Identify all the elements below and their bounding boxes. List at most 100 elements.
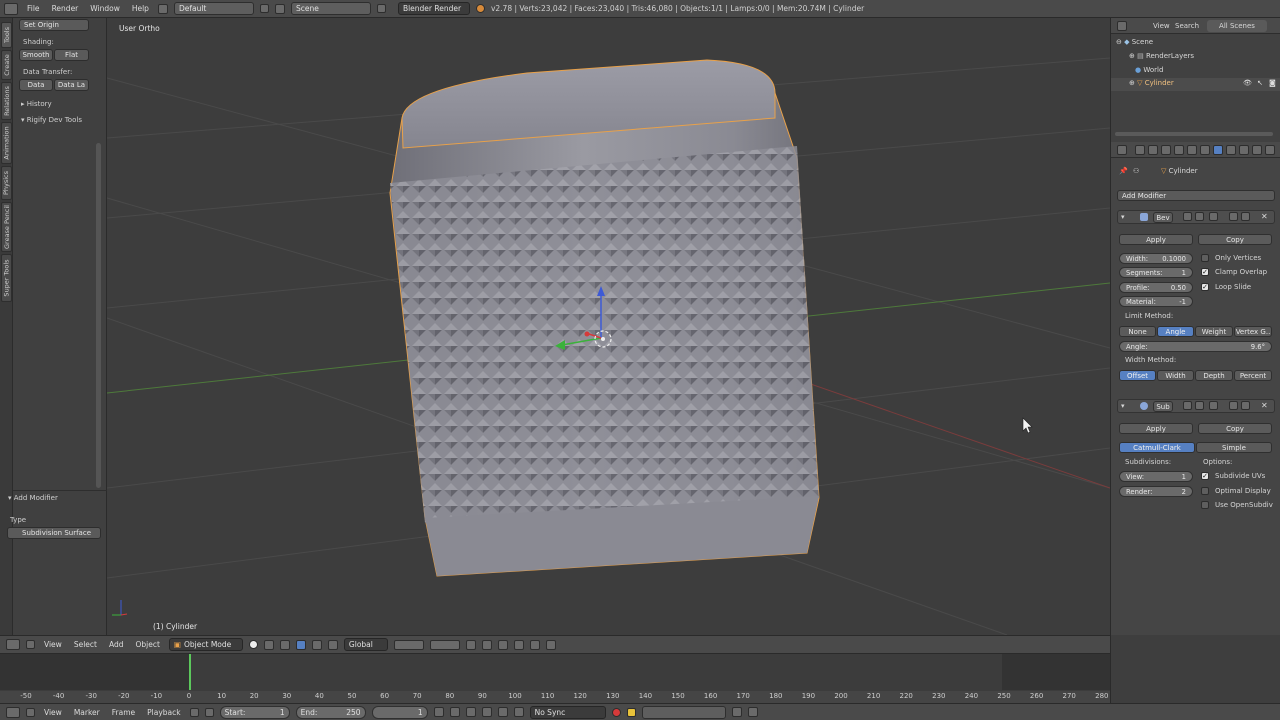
play-reverse-icon[interactable] bbox=[465, 707, 476, 717]
timeline[interactable]: -50 -40 -30 -20 -10 0 10 20 30 40 50 60 70 80 90 100 110… bbox=[0, 653, 1110, 703]
tab-super-tools[interactable]: Super Tools bbox=[1, 254, 12, 302]
optimal-display-checkbox[interactable] bbox=[1201, 487, 1209, 495]
flat-button[interactable]: Flat bbox=[54, 49, 89, 61]
only-vertices-checkbox[interactable] bbox=[1201, 254, 1209, 262]
move-down-icon[interactable] bbox=[1241, 401, 1250, 410]
catmull-clark-button[interactable]: Catmull-Clark bbox=[1119, 442, 1195, 453]
operator-panel-header[interactable]: ▾ Add Modifier bbox=[8, 494, 58, 502]
menu-collapse-icon[interactable] bbox=[26, 640, 35, 649]
menu-marker[interactable]: Marker bbox=[71, 708, 103, 717]
outliner-scrollbar[interactable] bbox=[1115, 132, 1273, 136]
collapse-subsurf-icon[interactable]: ▾ bbox=[1121, 402, 1125, 410]
simple-button[interactable]: Simple bbox=[1196, 442, 1272, 453]
tab-grease-pencil[interactable]: Grease Pencil bbox=[1, 202, 12, 252]
tab-create[interactable]: Create bbox=[1, 50, 12, 80]
lock-layers-icon[interactable] bbox=[465, 639, 476, 650]
keying-set-selector[interactable] bbox=[641, 705, 726, 719]
outliner-item-scene[interactable]: ⊖ ◆ Scene bbox=[1116, 38, 1153, 46]
transform-orientation-selector[interactable]: Global bbox=[343, 638, 388, 651]
subdivide-uvs-checkbox[interactable]: ✓ bbox=[1201, 472, 1209, 480]
interaction-mode-selector[interactable]: ▣ Object Mode bbox=[168, 638, 243, 651]
width-width-button[interactable]: Width bbox=[1157, 370, 1194, 381]
collapse-bevel-icon[interactable]: ▾ bbox=[1121, 213, 1125, 221]
menu-add[interactable]: Add bbox=[106, 640, 127, 649]
properties-editor-icon[interactable] bbox=[1117, 145, 1127, 155]
menu-view[interactable]: View bbox=[41, 708, 65, 717]
render-tab-icon[interactable] bbox=[1135, 145, 1145, 155]
world-tab-icon[interactable] bbox=[1174, 145, 1184, 155]
use-opensubdiv-checkbox[interactable] bbox=[1201, 501, 1209, 509]
move-down-icon[interactable] bbox=[1241, 212, 1250, 221]
jump-end-icon[interactable] bbox=[513, 707, 524, 717]
material-tab-icon[interactable] bbox=[1239, 145, 1249, 155]
width-offset-button[interactable]: Offset bbox=[1119, 370, 1156, 381]
render-toggle-icon[interactable] bbox=[1183, 401, 1192, 410]
modifier-type-selector[interactable]: Subdivision Surface bbox=[7, 527, 101, 539]
limit-weight-button[interactable]: Weight bbox=[1195, 326, 1233, 337]
insert-keyframe-icon[interactable] bbox=[731, 707, 742, 717]
move-up-icon[interactable] bbox=[1229, 401, 1238, 410]
width-depth-button[interactable]: Depth bbox=[1195, 370, 1233, 381]
remove-bevel-icon[interactable]: ✕ bbox=[1261, 212, 1268, 221]
proportional-edit-icon[interactable] bbox=[481, 639, 492, 650]
modifiers-tab-icon[interactable] bbox=[1213, 145, 1223, 155]
bevel-apply-button[interactable]: Apply bbox=[1119, 234, 1193, 245]
visibility-eye-icon[interactable]: 👁 bbox=[1243, 79, 1252, 87]
current-frame-field[interactable]: 1 bbox=[371, 705, 428, 719]
preview-range-icon[interactable] bbox=[189, 707, 199, 717]
current-frame-indicator[interactable] bbox=[189, 654, 191, 690]
outliner-tab-all-scenes[interactable]: All Scenes bbox=[1207, 20, 1267, 32]
editmode-toggle-icon[interactable] bbox=[1209, 401, 1218, 410]
render-engine-selector[interactable]: Blender Render bbox=[397, 2, 470, 15]
bevel-name-field[interactable]: Bev bbox=[1153, 212, 1173, 223]
3d-viewport[interactable]: User Ortho (1) Cylinder bbox=[107, 18, 1110, 635]
jump-start-icon[interactable] bbox=[433, 707, 444, 717]
history-panel-header[interactable]: ▸ History bbox=[21, 100, 52, 108]
pin-icon[interactable]: 📌 bbox=[1119, 167, 1128, 175]
record-icon[interactable] bbox=[611, 707, 621, 717]
menu-collapse-icon[interactable] bbox=[26, 707, 35, 717]
bevel-material-field[interactable]: Material: -1 bbox=[1119, 296, 1193, 307]
outliner-item-world[interactable]: ● World bbox=[1135, 66, 1163, 74]
clamp-overlap-checkbox[interactable]: ✓ bbox=[1201, 268, 1209, 276]
layers-icon[interactable] bbox=[429, 639, 460, 650]
outliner-editor-icon[interactable] bbox=[1117, 21, 1127, 31]
opengl-animation-icon[interactable] bbox=[545, 639, 556, 650]
menu-file[interactable]: File bbox=[24, 4, 43, 13]
menu-playback[interactable]: Playback bbox=[144, 708, 183, 717]
layout-selector[interactable]: Default bbox=[173, 2, 254, 15]
outliner-tab-search[interactable]: Search bbox=[1175, 22, 1199, 30]
editmode-toggle-icon[interactable] bbox=[1209, 212, 1218, 221]
viewport-toggle-icon[interactable] bbox=[1195, 401, 1204, 410]
scene-selector[interactable]: Scene bbox=[290, 2, 371, 15]
outliner-item-cylinder[interactable]: ⊕ ▽ Cylinder bbox=[1129, 79, 1174, 87]
scene-tab-icon[interactable] bbox=[1161, 145, 1171, 155]
subsurf-render-levels[interactable]: Render: 2 bbox=[1119, 486, 1193, 497]
subsurf-copy-button[interactable]: Copy bbox=[1198, 423, 1272, 434]
physics-tab-icon[interactable] bbox=[1265, 145, 1275, 155]
editor-type-icon[interactable] bbox=[6, 639, 20, 650]
subsurf-name-field[interactable]: Sub bbox=[1153, 401, 1173, 412]
menu-view[interactable]: View bbox=[41, 640, 65, 649]
set-origin-button[interactable]: Set Origin bbox=[19, 19, 89, 31]
data-button[interactable]: Data bbox=[19, 79, 53, 91]
prev-keyframe-icon[interactable] bbox=[449, 707, 460, 717]
bevel-angle-field[interactable]: Angle: 9.6° bbox=[1119, 341, 1272, 352]
end-frame-field[interactable]: End: 250 bbox=[295, 705, 366, 719]
rotate-icon[interactable] bbox=[311, 639, 322, 650]
start-frame-field[interactable]: Start: 1 bbox=[219, 705, 290, 719]
viewport-toggle-icon[interactable] bbox=[1195, 212, 1204, 221]
menu-object[interactable]: Object bbox=[132, 640, 162, 649]
bevel-copy-button[interactable]: Copy bbox=[1198, 234, 1272, 245]
selectable-arrow-icon[interactable]: ↖ bbox=[1257, 79, 1263, 87]
subsurf-view-levels[interactable]: View: 1 bbox=[1119, 471, 1193, 482]
editor-type-icon[interactable] bbox=[4, 2, 18, 15]
data-layout-button[interactable]: Data La bbox=[54, 79, 89, 91]
clock-icon[interactable] bbox=[204, 707, 214, 717]
menu-render[interactable]: Render bbox=[49, 4, 82, 13]
pivot-point-icon[interactable] bbox=[263, 639, 274, 650]
scale-icon[interactable] bbox=[327, 639, 338, 650]
add-scene-icon[interactable] bbox=[376, 4, 386, 13]
menu-window[interactable]: Window bbox=[87, 4, 123, 13]
data-tab-icon[interactable] bbox=[1226, 145, 1236, 155]
